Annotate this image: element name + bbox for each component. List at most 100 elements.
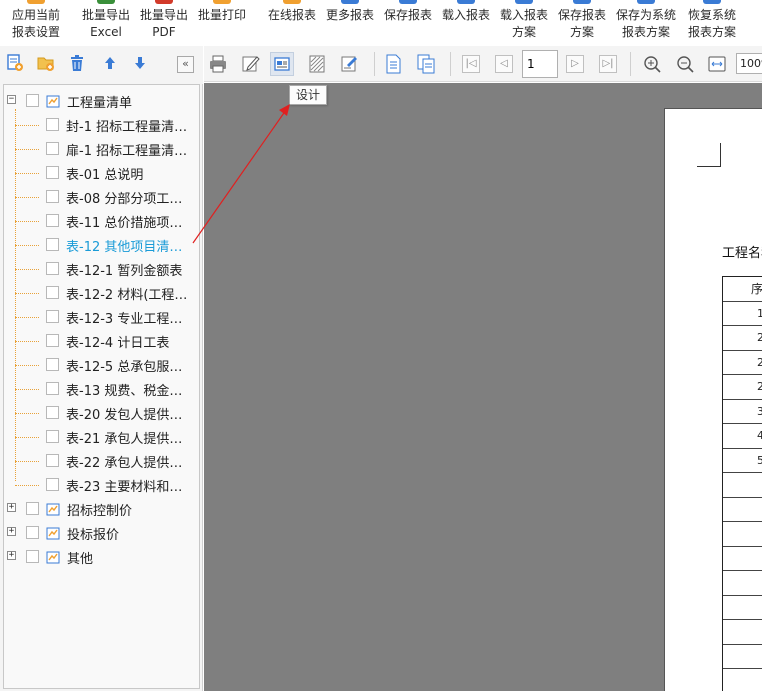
tree-item-report[interactable]: 表-08 分部分项工…	[4, 185, 199, 209]
tree-checkbox[interactable]	[46, 358, 59, 371]
tree-item-report[interactable]: 表-12-4 计日工表	[4, 329, 199, 353]
tree-item-report[interactable]: 表-12 其他项目清…	[4, 233, 199, 257]
tree-item-label: 表-22 承包人提供…	[66, 456, 183, 471]
batch-export-excel-button[interactable]: 批量导出 Excel	[76, 0, 136, 46]
tree-item-label: 表-21 承包人提供…	[66, 432, 183, 447]
tree-node-bill-of-quantities[interactable]: − 工程量清单	[4, 89, 199, 113]
table-row: 5	[723, 449, 762, 473]
delete-icon[interactable]	[68, 54, 86, 72]
tree-checkbox[interactable]	[46, 142, 59, 155]
tree-item-report[interactable]: 表-23 主要材料和…	[4, 473, 199, 497]
table-row: 2	[723, 326, 762, 351]
load-icon	[457, 0, 475, 4]
tree-checkbox[interactable]	[26, 502, 39, 515]
tree-checkbox[interactable]	[46, 214, 59, 227]
tree-checkbox[interactable]	[46, 430, 59, 443]
tree-node-control-price[interactable]: + 招标控制价	[4, 497, 199, 521]
design-button[interactable]	[270, 52, 294, 76]
table-rows: 1 2 2. 2. 3 4 5	[723, 302, 762, 691]
tree-checkbox[interactable]	[46, 406, 59, 419]
online-report-icon	[283, 0, 301, 4]
tree-node-bid-price[interactable]: + 投标报价	[4, 521, 199, 545]
toolbar-separator	[630, 52, 631, 76]
tree-item-report[interactable]: 表-13 规费、税金…	[4, 377, 199, 401]
design-icon	[274, 57, 290, 71]
tree-checkbox[interactable]	[26, 550, 39, 563]
more-reports-button[interactable]: 更多报表	[322, 0, 378, 46]
expand-toggle-icon[interactable]: +	[7, 527, 16, 536]
zoom-in-icon[interactable]	[640, 52, 664, 76]
next-page-button[interactable]: ▷	[566, 55, 584, 73]
multi-page-icon[interactable]	[414, 52, 438, 76]
batch-print-button[interactable]: 批量打印	[194, 0, 250, 46]
double-chevron-left-icon: «	[182, 57, 189, 70]
first-page-button[interactable]: |◁	[462, 55, 480, 73]
tree-checkbox[interactable]	[46, 166, 59, 179]
page-number-input[interactable]	[522, 50, 558, 78]
apply-report-settings-button[interactable]: 应用当前 报表设置	[4, 0, 68, 46]
prev-page-button[interactable]: ◁	[495, 55, 513, 73]
tree-checkbox[interactable]	[46, 478, 59, 491]
collapse-panel-button[interactable]: «	[177, 56, 194, 73]
tree-checkbox[interactable]	[46, 238, 59, 251]
save-report-scheme-button[interactable]: 保存报表 方案	[554, 0, 610, 46]
fit-width-icon[interactable]	[705, 52, 729, 76]
tree-checkbox[interactable]	[46, 310, 59, 323]
tree-branch-line	[15, 149, 39, 150]
tree-branch-line	[15, 245, 39, 246]
tree-node-other[interactable]: + 其他	[4, 545, 199, 569]
tree-checkbox[interactable]	[46, 190, 59, 203]
tree-item-report[interactable]: 表-21 承包人提供…	[4, 425, 199, 449]
tree-item-report[interactable]: 扉-1 招标工程量清…	[4, 137, 199, 161]
tree-checkbox[interactable]	[46, 382, 59, 395]
tree-item-report[interactable]: 表-11 总价措施项…	[4, 209, 199, 233]
table-row: 1	[723, 302, 762, 326]
online-report-button[interactable]: 在线报表	[264, 0, 320, 46]
tree-checkbox[interactable]	[46, 262, 59, 275]
edit-sign-icon[interactable]	[337, 52, 361, 76]
toolbar-separator	[450, 52, 451, 76]
edit-icon[interactable]	[238, 52, 262, 76]
expand-toggle-icon[interactable]: +	[7, 503, 16, 512]
tree-checkbox[interactable]	[26, 526, 39, 539]
save-as-system-scheme-button[interactable]: 保存为系统 报表方案	[612, 0, 680, 46]
tree-checkbox[interactable]	[46, 334, 59, 347]
tree-item-report[interactable]: 表-12-1 暂列金额表	[4, 257, 199, 281]
tree-item-label: 表-12-1 暂列金额表	[66, 264, 183, 279]
report-tree-panel: « − 工程量清单 封-1 招标工程量清… 扉-1 招标工程量清… 表-01 总说明…	[0, 46, 203, 691]
batch-export-pdf-button[interactable]: 批量导出 PDF	[136, 0, 192, 46]
save-report-button[interactable]: 保存报表	[380, 0, 436, 46]
move-up-icon[interactable]	[101, 54, 119, 72]
printer-icon	[213, 0, 231, 4]
add-folder-icon[interactable]	[37, 54, 55, 72]
table-row	[723, 547, 762, 571]
tree-item-report[interactable]: 表-20 发包人提供…	[4, 401, 199, 425]
tree-checkbox[interactable]	[46, 118, 59, 131]
collapse-toggle-icon[interactable]: −	[7, 95, 16, 104]
expand-toggle-icon[interactable]: +	[7, 551, 16, 560]
zoom-out-icon[interactable]	[673, 52, 697, 76]
restore-system-scheme-button[interactable]: 恢复系统 报表方案	[682, 0, 742, 46]
tree-checkbox[interactable]	[26, 94, 39, 107]
tree-branch-line	[15, 413, 39, 414]
last-page-button[interactable]: ▷|	[599, 55, 617, 73]
load-report-button[interactable]: 载入报表	[438, 0, 494, 46]
tree-item-report[interactable]: 表-01 总说明	[4, 161, 199, 185]
move-down-icon[interactable]	[131, 54, 149, 72]
print-icon[interactable]	[206, 52, 230, 76]
table-row	[723, 620, 762, 645]
add-report-icon[interactable]	[6, 54, 24, 72]
tree-checkbox[interactable]	[46, 286, 59, 299]
tree-item-report[interactable]: 表-12-2 材料(工程…	[4, 281, 199, 305]
restore-icon	[703, 0, 721, 4]
pattern-icon[interactable]	[305, 52, 329, 76]
tree-item-report[interactable]: 封-1 招标工程量清…	[4, 113, 199, 137]
excel-icon	[97, 0, 115, 4]
single-page-icon[interactable]	[381, 52, 405, 76]
zoom-select[interactable]: 100%	[736, 53, 762, 74]
load-report-scheme-button[interactable]: 载入报表 方案	[496, 0, 552, 46]
tree-item-report[interactable]: 表-12-5 总承包服…	[4, 353, 199, 377]
tree-checkbox[interactable]	[46, 454, 59, 467]
tree-item-report[interactable]: 表-22 承包人提供…	[4, 449, 199, 473]
tree-item-report[interactable]: 表-12-3 专业工程…	[4, 305, 199, 329]
